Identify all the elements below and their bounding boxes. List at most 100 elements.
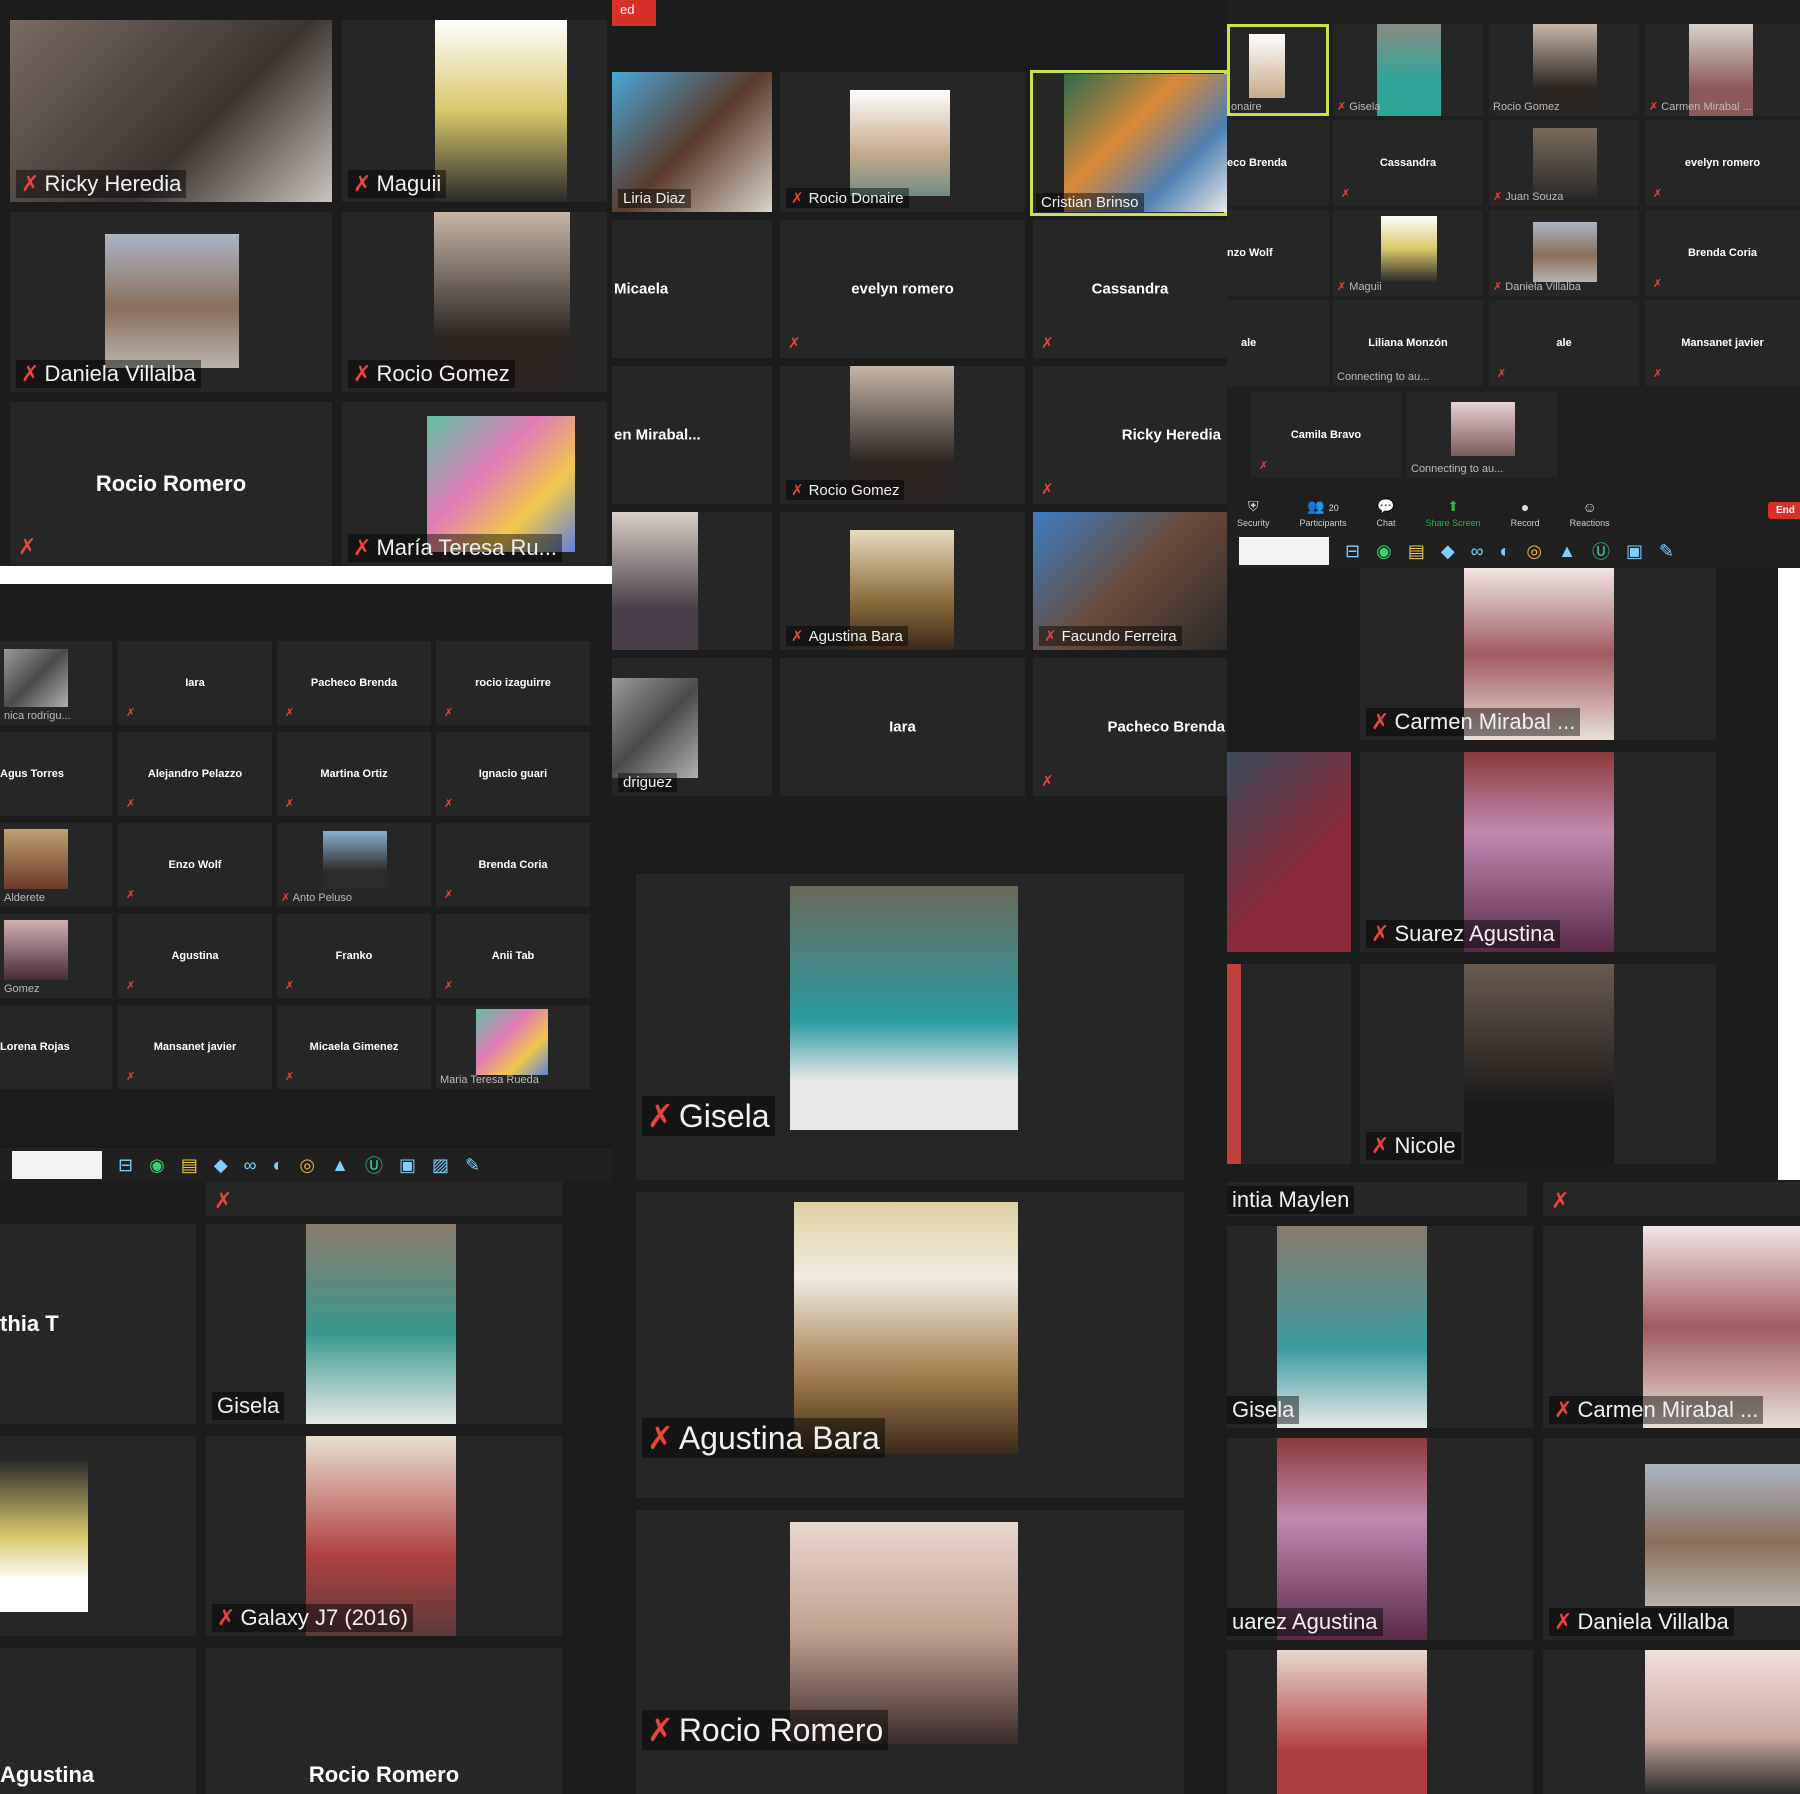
security-button[interactable]: ⛨ Security [1237,498,1270,528]
video-tile[interactable] [612,512,772,650]
video-tile[interactable]: Ricky Heredia ✗ [1033,366,1227,504]
video-tile[interactable]: ✗ Carmen Mirabal ... [1645,24,1800,116]
video-tile[interactable]: Agus Torres [0,732,112,816]
infinity-icon[interactable]: ∞ [244,1155,257,1176]
video-tile[interactable]: ✗ Rocio Romero [636,1510,1184,1794]
video-tile[interactable]: evelyn romero ✗ [780,220,1025,358]
video-tile[interactable]: Gomez [0,914,112,998]
edge-icon[interactable]: ◐ [273,1155,284,1176]
video-tile[interactable]: Iara [780,658,1025,796]
video-tile[interactable]: ale ✗ [1489,300,1639,386]
reactions-button[interactable]: ☺ Reactions [1570,499,1610,528]
scrollbar[interactable] [1778,568,1800,1180]
video-tile[interactable]: evelyn romero ✗ [1645,120,1800,206]
video-tile[interactable]: uarez Agustina [1227,1438,1533,1640]
video-tile-active-speaker[interactable]: onaire [1227,24,1329,116]
video-tile[interactable]: Gisela [1227,1226,1533,1428]
video-tile[interactable]: Liria Diaz [612,72,772,212]
acrobat-icon[interactable]: ▲ [1558,541,1576,562]
video-tile[interactable]: Connecting to au... [1407,392,1557,478]
task-view-icon[interactable]: ⊟ [118,1155,133,1176]
video-tile[interactable]: en Mirabal... [612,366,772,504]
video-tile[interactable]: ✗ Galaxy J7 (2016) [206,1436,562,1636]
video-tile[interactable]: ✗ Maguii [1333,210,1483,296]
video-tile[interactable]: Maria Teresa Rueda [436,1005,590,1089]
video-tile[interactable]: ✗ [1543,1182,1800,1216]
file-explorer-icon[interactable]: ▤ [181,1155,198,1176]
video-tile[interactable]: Martina Ortiz ✗ [277,732,431,816]
participants-button[interactable]: 👥 20 Participants [1300,498,1347,528]
video-tile[interactable]: Micaela Gimenez ✗ [277,1005,431,1089]
edge-icon[interactable]: ◐ [1500,541,1511,562]
share-screen-button[interactable]: ⬆ Share Screen [1426,498,1481,528]
video-tile[interactable]: ✗ María Teresa Ru... [342,402,607,566]
video-tile[interactable]: ✗ Facundo Ferreira [1033,512,1227,650]
video-tile[interactable] [1227,964,1351,1164]
task-view-icon[interactable]: ⊟ [1345,541,1360,562]
video-tile[interactable]: ✗ Juan Souza [1489,120,1639,206]
video-tile[interactable]: ✗ Maguii [342,20,607,202]
video-tile[interactable]: ✗ Rocio Gomez [342,212,607,392]
video-tile[interactable]: ✗ [206,1182,562,1216]
paint-icon[interactable]: ✎ [465,1155,480,1176]
video-tile[interactable]: Alejandro Pelazzo ✗ [118,732,272,816]
video-tile[interactable] [1543,1650,1800,1794]
video-tile[interactable]: Franko ✗ [277,914,431,998]
video-tile[interactable]: Cassandra ✗ [1033,220,1227,358]
video-tile[interactable]: eco Brenda [1227,120,1329,206]
video-tile[interactable] [0,1436,196,1636]
video-tile[interactable]: Agustina ✗ [118,914,272,998]
video-tile[interactable]: ✗ Daniela Villalba [10,212,332,392]
video-tile[interactable]: Pacheco Brenda ✗ [1033,658,1227,796]
video-tile[interactable]: ✗ Anto Peluso [277,823,431,907]
video-tile[interactable] [1227,752,1351,952]
video-tile[interactable]: ale [1227,300,1329,386]
video-tile[interactable]: Rocio Romero [206,1648,562,1794]
video-tile[interactable]: nzo Wolf [1227,210,1329,296]
video-tile[interactable]: Rocio Romero ✗ [10,402,332,566]
acrobat-icon[interactable]: ▲ [331,1155,349,1176]
whatsapp-icon[interactable]: ◉ [149,1155,165,1176]
app-icon[interactable]: Ⓤ [1592,538,1610,564]
video-tile[interactable]: Cassandra ✗ [1333,120,1483,206]
video-tile[interactable]: ✗ Gisela [1333,24,1483,116]
paint-icon[interactable]: ✎ [1659,541,1674,562]
end-meeting-button[interactable]: End [1768,502,1800,519]
infinity-icon[interactable]: ∞ [1471,541,1484,562]
video-tile-active-speaker[interactable]: Cristian Brinso [1030,70,1227,216]
photos-icon[interactable]: ▨ [432,1155,449,1176]
taskbar-search[interactable] [1239,537,1329,565]
video-tile[interactable]: Pacheco Brenda ✗ [277,641,431,725]
zoom-icon[interactable]: ▣ [1626,541,1643,562]
video-tile[interactable]: ✗ Rocio Donaire [780,72,1025,212]
video-tile[interactable]: nica rodrigu... [0,641,112,725]
video-tile[interactable]: Lorena Rojas [0,1005,112,1089]
file-explorer-icon[interactable]: ▤ [1408,541,1425,562]
video-tile[interactable]: ✗ Carmen Mirabal ... [1543,1226,1800,1428]
video-tile[interactable]: Anii Tab ✗ [436,914,590,998]
video-tile[interactable]: Micaela [612,220,772,358]
dropbox-icon[interactable]: ◆ [214,1155,228,1176]
video-tile[interactable]: Camila Bravo ✗ [1251,392,1401,478]
video-tile[interactable]: ✗ Agustina Bara [780,512,1025,650]
chat-button[interactable]: 💬 Chat [1377,498,1396,528]
taskbar-search[interactable] [12,1151,102,1179]
video-tile[interactable]: ✗ Nicole [1360,964,1716,1164]
video-tile[interactable]: Ignacio guari ✗ [436,732,590,816]
video-tile[interactable]: ✗ Daniela Villalba [1543,1438,1800,1640]
chrome-icon[interactable]: ◎ [1526,541,1542,562]
video-tile[interactable]: thia T [0,1224,196,1424]
zoom-icon[interactable]: ▣ [399,1155,416,1176]
video-tile[interactable]: ✗ Suarez Agustina [1360,752,1716,952]
video-tile[interactable]: driguez [612,658,772,796]
app-icon[interactable]: Ⓤ [365,1152,383,1178]
video-tile[interactable]: ✗ Rocio Gomez [780,366,1025,504]
whatsapp-icon[interactable]: ◉ [1376,541,1392,562]
video-tile[interactable]: Agustina [0,1648,196,1794]
video-tile[interactable]: rocio izaguirre ✗ [436,641,590,725]
record-button[interactable]: ● Record [1511,499,1540,528]
dropbox-icon[interactable]: ◆ [1441,541,1455,562]
video-tile[interactable]: Mansanet javier ✗ [118,1005,272,1089]
video-tile[interactable]: Gisela [206,1224,562,1424]
video-tile[interactable]: Liliana Monzón Connecting to au... [1333,300,1483,386]
